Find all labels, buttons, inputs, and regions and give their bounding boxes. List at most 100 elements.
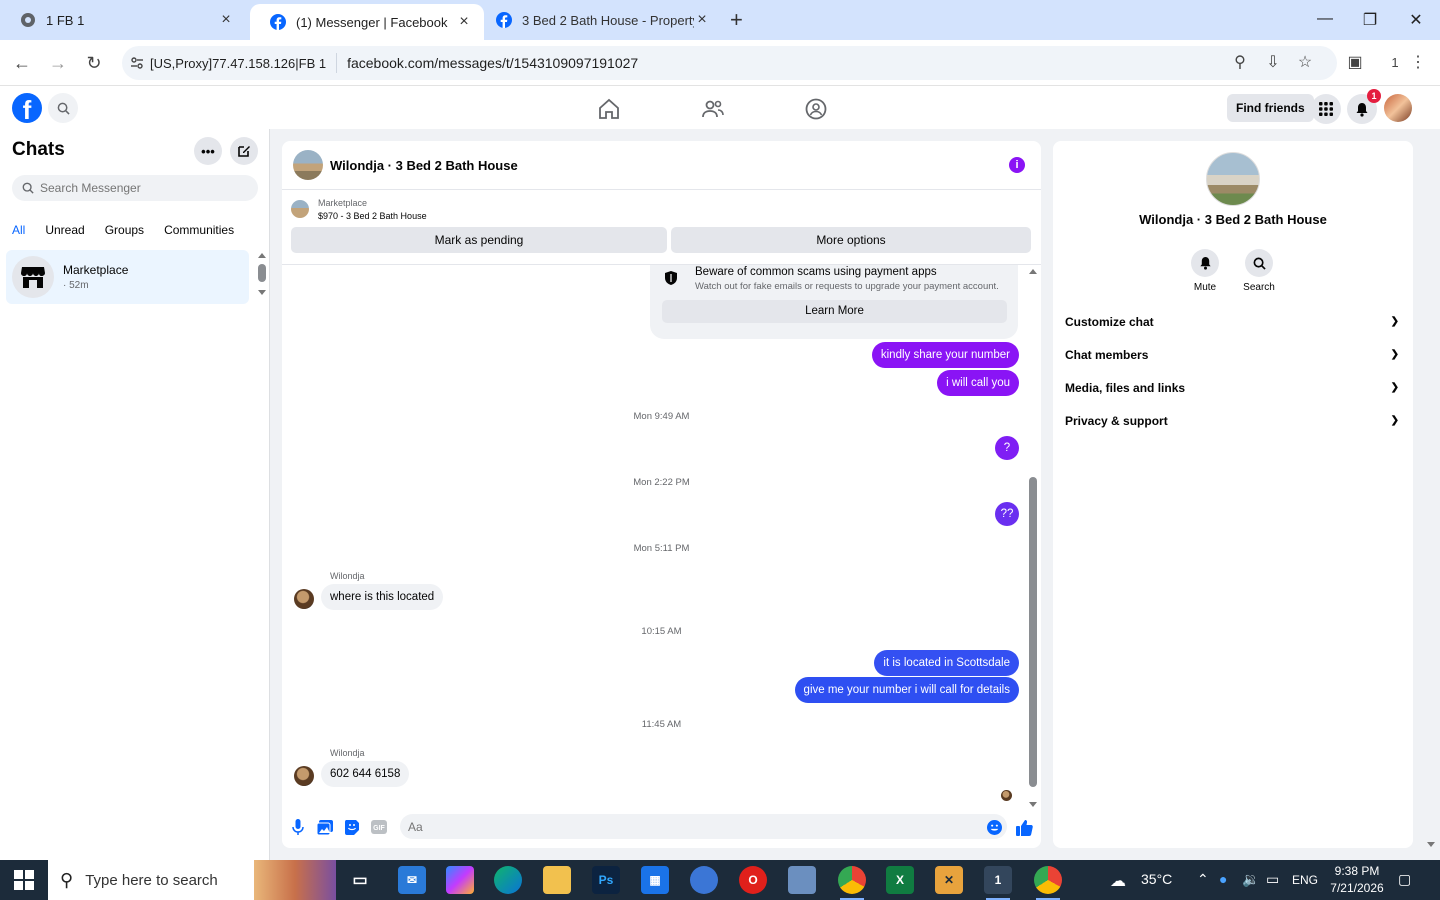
app-icon[interactable] [788, 866, 816, 894]
listing-photo[interactable] [1206, 152, 1260, 206]
outgoing-message[interactable]: ? [995, 436, 1019, 460]
section-customize-chat[interactable]: Customize chat ❯ [1065, 307, 1403, 337]
reload-icon[interactable]: ↻ [82, 51, 106, 75]
photo-icon[interactable] [316, 818, 334, 836]
chrome-icon[interactable] [838, 866, 866, 900]
close-tab-icon[interactable]: × [694, 12, 710, 28]
more-options-button[interactable]: More options [671, 227, 1031, 253]
filter-communities[interactable]: Communities [164, 219, 234, 241]
weather-icon[interactable]: ☁ [1110, 871, 1126, 891]
filter-unread[interactable]: Unread [45, 219, 84, 241]
mail-icon[interactable]: ✉ [398, 866, 426, 894]
friends-icon[interactable] [701, 97, 725, 121]
messenger-search-input[interactable] [40, 181, 240, 195]
close-window-icon[interactable]: ✕ [1406, 10, 1426, 30]
weather-temp[interactable]: 35°C [1141, 871, 1172, 887]
edge-icon[interactable] [494, 866, 522, 894]
messenger-search[interactable] [12, 175, 258, 201]
emoji-icon[interactable] [985, 818, 1003, 836]
scrollbar-thumb[interactable] [1029, 477, 1037, 787]
store-icon[interactable]: ▦ [641, 866, 669, 894]
mute-button[interactable]: Mute [1175, 249, 1235, 293]
url-text[interactable]: facebook.com/messages/t/1543109097191027 [347, 55, 638, 71]
mark-as-pending-button[interactable]: Mark as pending [291, 227, 667, 253]
address-bar[interactable]: [US,Proxy]77.47.158.126|FB 1 facebook.co… [122, 46, 1337, 80]
section-media-files-links[interactable]: Media, files and links ❯ [1065, 373, 1403, 403]
facebook-search-button[interactable] [48, 93, 78, 123]
facebook-logo-icon[interactable]: f [12, 93, 42, 123]
maximize-icon[interactable]: ❐ [1360, 10, 1380, 30]
sticker-icon[interactable] [343, 818, 361, 836]
app-icon[interactable]: 1 [984, 866, 1012, 900]
install-app-icon[interactable]: ⇩ [1262, 52, 1284, 74]
taskbar-clock[interactable]: 9:38 PM 7/21/2026 [1322, 863, 1392, 897]
gif-icon[interactable]: GIF [370, 818, 388, 836]
minimize-icon[interactable]: — [1315, 10, 1335, 28]
conversation-avatar[interactable] [293, 150, 323, 180]
browser-tab-messenger[interactable]: (1) Messenger | Facebook × [250, 4, 484, 40]
outgoing-message[interactable]: it is located in Scottsdale [874, 650, 1019, 676]
profile-count[interactable]: 1 [1384, 52, 1406, 74]
section-chat-members[interactable]: Chat members ❯ [1065, 340, 1403, 370]
outgoing-message[interactable]: ?? [995, 502, 1019, 526]
site-settings-icon[interactable] [130, 56, 144, 70]
outgoing-message[interactable]: i will call you [937, 370, 1019, 396]
file-explorer-icon[interactable] [543, 866, 571, 894]
task-view-icon[interactable]: ▭ [346, 866, 374, 894]
back-icon[interactable]: ← [10, 51, 34, 75]
listing-title[interactable]: $970 - 3 Bed 2 Bath House [318, 211, 427, 221]
language-indicator[interactable]: ENG [1292, 873, 1318, 887]
message-scrollbar[interactable] [1028, 267, 1038, 807]
taskbar-search[interactable]: ⚲ Type here to search [48, 860, 336, 900]
message-input[interactable] [400, 814, 1007, 839]
section-privacy-support[interactable]: Privacy & support ❯ [1065, 406, 1403, 436]
home-icon[interactable] [597, 97, 621, 121]
windows-start-icon[interactable] [14, 870, 34, 890]
scroll-up-icon[interactable] [1029, 269, 1037, 274]
sender-avatar[interactable] [294, 589, 314, 609]
browser-app-icon[interactable] [690, 866, 718, 894]
network-icon[interactable]: ▭ [1266, 871, 1279, 888]
menu-kebab-icon[interactable]: ⋮ [1407, 52, 1429, 74]
volume-icon[interactable]: 🔉 [1242, 871, 1259, 888]
page-scroll-down-icon[interactable] [1427, 842, 1435, 847]
incoming-message[interactable]: 602 644 6158 [321, 761, 410, 787]
learn-more-button[interactable]: Learn More [662, 300, 1007, 323]
groups-icon[interactable] [804, 97, 828, 121]
copilot-icon[interactable] [446, 866, 474, 894]
browser-tab-property[interactable]: 3 Bed 2 Bath House - Property r × [476, 0, 722, 40]
filter-groups[interactable]: Groups [105, 219, 144, 241]
filter-all[interactable]: All [12, 219, 25, 241]
browser-tab-fb1[interactable]: 1 FB 1 × [0, 0, 246, 40]
menu-button[interactable] [1311, 94, 1341, 124]
chat-list-item-marketplace[interactable]: Marketplace · 52m [6, 250, 249, 304]
app-icon[interactable]: ✕ [935, 866, 963, 894]
search-in-conversation-button[interactable]: Search [1229, 249, 1289, 293]
close-tab-icon[interactable]: × [218, 12, 234, 28]
tray-expand-icon[interactable]: ⌃ [1197, 871, 1209, 888]
zoom-icon[interactable]: ⚲ [1229, 52, 1251, 74]
bookmark-star-icon[interactable]: ☆ [1294, 52, 1316, 74]
conversation-title[interactable]: Wilondja · 3 Bed 2 Bath House [330, 158, 518, 173]
new-message-button[interactable] [230, 137, 258, 165]
profile-avatar[interactable] [1384, 94, 1412, 122]
new-tab-button[interactable]: + [730, 9, 743, 31]
sidebar-scrollbar[interactable] [257, 253, 267, 301]
opera-icon[interactable]: O [739, 866, 767, 894]
outgoing-message[interactable]: kindly share your number [871, 342, 1019, 368]
info-icon[interactable]: i [1009, 157, 1025, 173]
chrome-icon[interactable] [1034, 866, 1062, 900]
find-friends-button[interactable]: Find friends [1227, 94, 1314, 122]
microphone-icon[interactable] [289, 818, 307, 836]
tray-app-icon[interactable]: ● [1219, 871, 1227, 887]
notification-center-icon[interactable]: ▢ [1398, 871, 1411, 888]
outgoing-message[interactable]: give me your number i will call for deta… [794, 677, 1019, 703]
forward-icon[interactable]: → [46, 51, 70, 75]
photoshop-icon[interactable]: Ps [592, 866, 620, 894]
tab-search-icon[interactable]: ▣ [1344, 52, 1366, 74]
like-thumb-icon[interactable] [1015, 818, 1033, 836]
excel-icon[interactable]: X [886, 866, 914, 894]
incoming-message[interactable]: where is this located [321, 584, 444, 610]
close-tab-icon[interactable]: × [456, 14, 472, 30]
chat-options-button[interactable]: ••• [194, 137, 222, 165]
